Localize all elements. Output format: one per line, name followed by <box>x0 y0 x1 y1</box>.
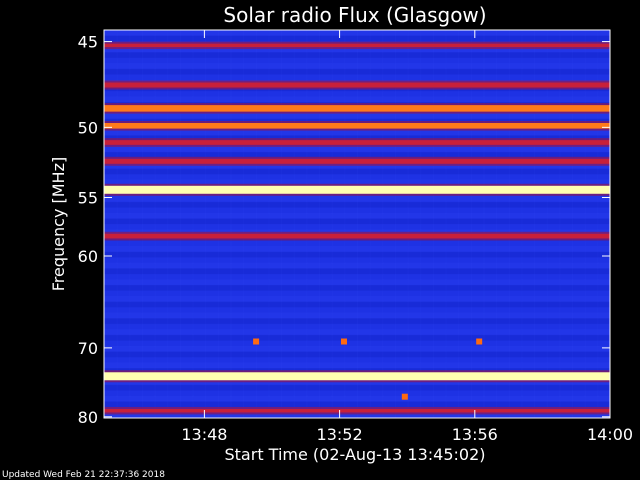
frequency-band <box>104 158 610 164</box>
frequency-band <box>104 372 610 381</box>
plot-area <box>103 29 611 419</box>
frequency-band <box>104 82 610 88</box>
y-tick-label: 50 <box>78 118 98 137</box>
frequency-band <box>104 140 610 145</box>
x-tick-label: 13:48 <box>181 425 227 444</box>
y-tick-label: 45 <box>78 33 98 52</box>
frequency-band <box>104 105 610 112</box>
x-tick-label: 14:00 <box>587 425 633 444</box>
update-timestamp: Updated Wed Feb 21 22:37:36 2018 <box>2 470 165 480</box>
frequency-band <box>104 233 610 239</box>
burst-point <box>253 338 260 345</box>
frequency-band <box>104 185 610 194</box>
y-tick-label: 55 <box>78 189 98 208</box>
frequency-band <box>104 408 610 413</box>
burst-point <box>476 338 483 345</box>
y-tick-label: 70 <box>78 339 98 358</box>
x-tick-label: 13:52 <box>317 425 363 444</box>
x-tick-label: 13:56 <box>452 425 498 444</box>
y-axis-label: Frequency [MHz] <box>49 157 68 291</box>
frequency-band <box>104 123 610 129</box>
chart-title: Solar radio Flux (Glasgow) <box>223 3 486 27</box>
frequency-band <box>104 43 610 48</box>
burst-point <box>401 393 408 400</box>
spectrogram-figure: Solar radio Flux (Glasgow) 13:48 13:52 13:… <box>0 0 640 480</box>
y-tick-label: 80 <box>78 408 98 427</box>
y-tick-label: 60 <box>78 247 98 266</box>
x-axis-label: Start Time (02-Aug-13 13:45:02) <box>225 445 486 464</box>
burst-point <box>340 338 347 345</box>
